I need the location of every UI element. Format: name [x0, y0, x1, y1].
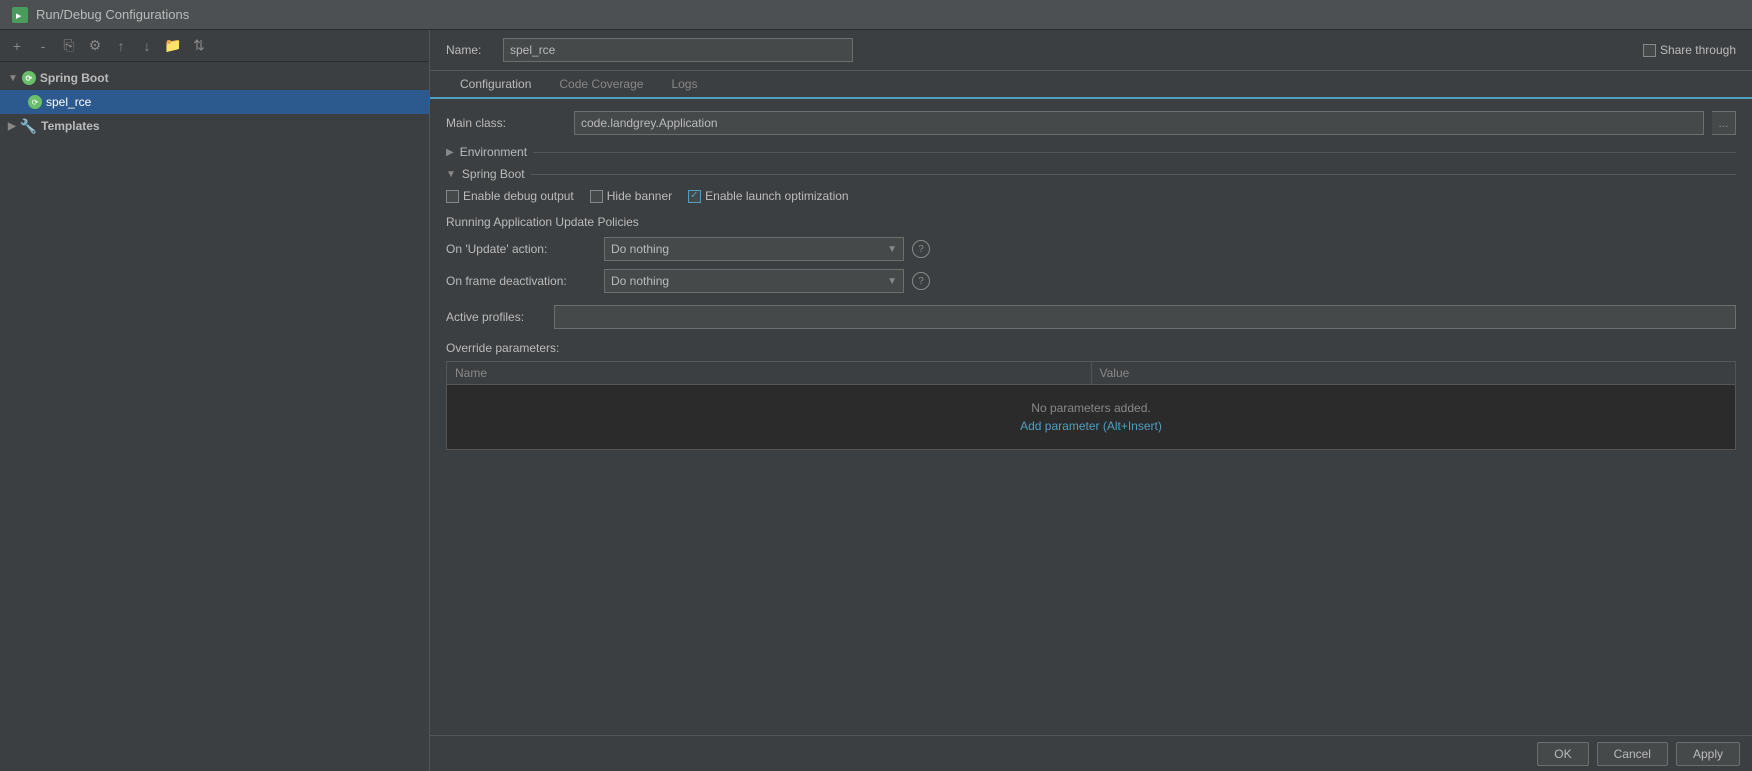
config-down-btn[interactable]: ↓ — [136, 35, 158, 57]
on-update-select[interactable]: Do nothing ▼ — [604, 237, 904, 261]
apply-button[interactable]: Apply — [1676, 742, 1740, 766]
tab-logs[interactable]: Logs — [657, 71, 711, 99]
on-frame-select[interactable]: Do nothing ▼ — [604, 269, 904, 293]
active-profiles-row: Active profiles: — [446, 305, 1736, 329]
name-input[interactable] — [503, 38, 853, 62]
enable-launch-opt-label: Enable launch optimization — [705, 189, 848, 203]
config-tabs: Configuration Code Coverage Logs — [430, 71, 1752, 99]
on-update-value: Do nothing — [611, 242, 669, 256]
main-layout: 1: Project 2: Favorites Web Project ⊕ ⇄ … — [0, 46, 1752, 771]
run-debug-dialog: ▶ Run/Debug Configurations + - ⎘ ⚙ ↑ ↓ 📁… — [0, 0, 1752, 771]
share-checkbox-area: Share through — [1643, 43, 1736, 57]
config-group-springboot-label: Spring Boot — [40, 71, 109, 85]
config-tree-content: ▼ ⟳ Spring Boot ⟳ spel_rce ▶ 🔧 Templates — [0, 62, 429, 771]
config-add-btn[interactable]: + — [6, 35, 28, 57]
config-item-spel-rce[interactable]: ⟳ spel_rce — [0, 90, 429, 114]
config-group-springboot: ▼ ⟳ Spring Boot — [0, 66, 429, 90]
on-frame-help[interactable]: ? — [912, 272, 930, 290]
config-tree-panel: + - ⎘ ⚙ ↑ ↓ 📁 ⇅ ▼ ⟳ Spring Boot — [0, 30, 430, 771]
dialog-icon: ▶ — [12, 7, 28, 23]
config-settings-btn[interactable]: ⚙ — [84, 35, 106, 57]
dialog-title: Run/Debug Configurations — [36, 7, 189, 22]
spring-boot-section: ▼ Spring Boot Enable debug output — [446, 167, 1736, 450]
main-class-browse-btn[interactable]: ... — [1712, 111, 1736, 135]
main-class-label: Main class: — [446, 116, 566, 130]
arrow-down-icon: ▼ — [8, 73, 18, 84]
dialog-titlebar: ▶ Run/Debug Configurations — [0, 0, 1752, 30]
spring-boot-checkboxes: Enable debug output Hide banner Enable l… — [446, 189, 1736, 203]
share-label: Share through — [1660, 43, 1736, 57]
section-arrow-icon: ▶ — [446, 147, 454, 158]
params-empty-text: No parameters added. — [1031, 401, 1150, 415]
tab-code-coverage[interactable]: Code Coverage — [545, 71, 657, 99]
spring-boot-section-header[interactable]: ▼ Spring Boot — [446, 167, 1736, 181]
config-group-templates: ▶ 🔧 Templates — [0, 114, 429, 138]
config-item-spel-rce-label: spel_rce — [46, 95, 91, 109]
ok-button[interactable]: OK — [1537, 742, 1588, 766]
main-class-value: code.landgrey.Application — [574, 111, 1704, 135]
override-params-label: Override parameters: — [446, 341, 1736, 355]
enable-debug-label: Enable debug output — [463, 189, 574, 203]
config-group-templates-label: Templates — [41, 119, 99, 133]
enable-debug-checkbox[interactable] — [446, 190, 459, 203]
svg-text:▶: ▶ — [16, 13, 22, 20]
enable-debug-checkbox-item: Enable debug output — [446, 189, 574, 203]
environment-label: Environment — [460, 145, 527, 159]
on-frame-label: On frame deactivation: — [446, 274, 596, 288]
dropdown-arrow-icon: ▼ — [887, 276, 897, 287]
on-frame-value: Do nothing — [611, 274, 669, 288]
config-right-panel: Name: Share through Configuration Code C… — [430, 30, 1752, 771]
config-up-btn[interactable]: ↑ — [110, 35, 132, 57]
main-class-row: Main class: code.landgrey.Application ..… — [446, 111, 1736, 135]
arrow-right-icon: ▶ — [8, 121, 16, 132]
on-update-row: On 'Update' action: Do nothing ▼ ? — [446, 237, 1736, 261]
hide-banner-checkbox[interactable] — [590, 190, 603, 203]
config-remove-btn[interactable]: - — [32, 35, 54, 57]
hide-banner-checkbox-item: Hide banner — [590, 189, 672, 203]
active-profiles-label: Active profiles: — [446, 310, 546, 324]
config-name-row: Name: Share through — [430, 30, 1752, 71]
params-table: Name Value No parameters added. Add para… — [446, 361, 1736, 450]
section-expand-icon: ▼ — [446, 169, 456, 180]
config-folder-btn[interactable]: 📁 — [162, 35, 184, 57]
cancel-button[interactable]: Cancel — [1597, 742, 1668, 766]
dropdown-arrow-icon: ▼ — [887, 244, 897, 255]
override-parameters-section: Override parameters: Name Value No param… — [446, 341, 1736, 450]
params-col-name: Name — [447, 362, 1092, 384]
share-checkbox[interactable] — [1643, 44, 1656, 57]
enable-launch-opt-checkbox[interactable] — [688, 190, 701, 203]
on-frame-deactivation-row: On frame deactivation: Do nothing ▼ ? — [446, 269, 1736, 293]
dialog-body: + - ⎘ ⚙ ↑ ↓ 📁 ⇅ ▼ ⟳ Spring Boot — [0, 30, 1752, 771]
config-sort-btn[interactable]: ⇅ — [188, 35, 210, 57]
dialog-footer: OK Cancel Apply — [430, 735, 1752, 771]
enable-launch-opt-checkbox-item: Enable launch optimization — [688, 189, 848, 203]
tab-configuration[interactable]: Configuration — [446, 71, 545, 99]
config-content: Main class: code.landgrey.Application ..… — [430, 99, 1752, 735]
config-tree-toolbar: + - ⎘ ⚙ ↑ ↓ 📁 ⇅ — [0, 30, 429, 62]
config-copy-btn[interactable]: ⎘ — [58, 35, 80, 57]
params-empty: No parameters added. Add parameter (Alt+… — [447, 385, 1735, 449]
environment-section[interactable]: ▶ Environment — [446, 145, 1736, 159]
params-header: Name Value — [447, 362, 1735, 385]
policies-title: Running Application Update Policies — [446, 215, 1736, 229]
templates-icon: 🔧 — [20, 118, 37, 135]
on-update-label: On 'Update' action: — [446, 242, 596, 256]
spel-rce-icon: ⟳ — [28, 95, 42, 109]
hide-banner-label: Hide banner — [607, 189, 672, 203]
active-profiles-input[interactable] — [554, 305, 1736, 329]
name-label: Name: — [446, 43, 491, 57]
policies-section: Running Application Update Policies On '… — [446, 215, 1736, 293]
spring-boot-label: Spring Boot — [462, 167, 525, 181]
springboot-group-icon: ⟳ — [22, 71, 36, 85]
on-update-help[interactable]: ? — [912, 240, 930, 258]
params-col-value: Value — [1092, 362, 1736, 384]
add-param-link[interactable]: Add parameter (Alt+Insert) — [1020, 419, 1162, 433]
